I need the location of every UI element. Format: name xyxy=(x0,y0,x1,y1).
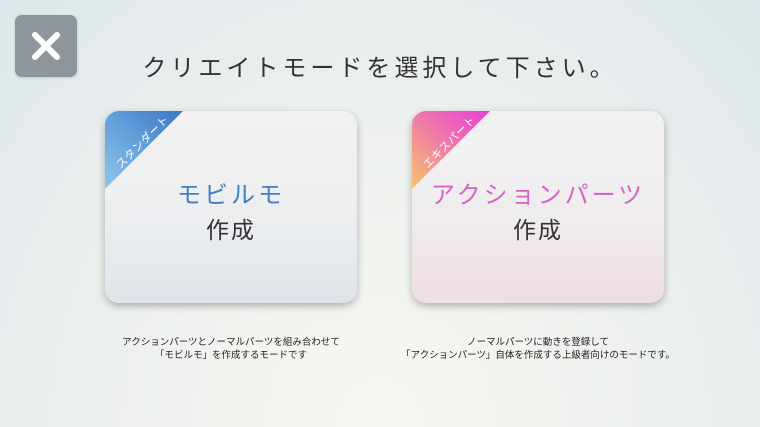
expert-description-line2: 「アクションパーツ」自体を作成する上級者向けのモードです。 xyxy=(401,350,675,361)
expert-mode-card[interactable]: エキスパート アクションパーツ 作成 xyxy=(412,111,664,303)
standard-card-action: 作成 xyxy=(206,218,256,244)
standard-card-name: モビルモ xyxy=(177,181,285,209)
standard-description-line1: アクションパーツとノーマルパーツを組み合わせて xyxy=(122,337,340,348)
expert-description: ノーマルパーツに動きを登録して 「アクションパーツ」自体を作成する上級者向けのモ… xyxy=(365,336,711,362)
standard-mode-card[interactable]: スタンダート モビルモ 作成 xyxy=(105,111,357,303)
standard-description: アクションパーツとノーマルパーツを組み合わせて 「モビルモ」を作成するモードです xyxy=(85,336,377,362)
expert-description-line1: ノーマルパーツに動きを登録して xyxy=(466,337,610,348)
expert-card-action: 作成 xyxy=(513,218,563,244)
expert-card-name: アクションパーツ xyxy=(430,181,646,209)
standard-description-line2: 「モビルモ」を作成するモードです xyxy=(154,350,307,361)
page-title: クリエイトモードを選択して下さい。 xyxy=(142,54,618,82)
